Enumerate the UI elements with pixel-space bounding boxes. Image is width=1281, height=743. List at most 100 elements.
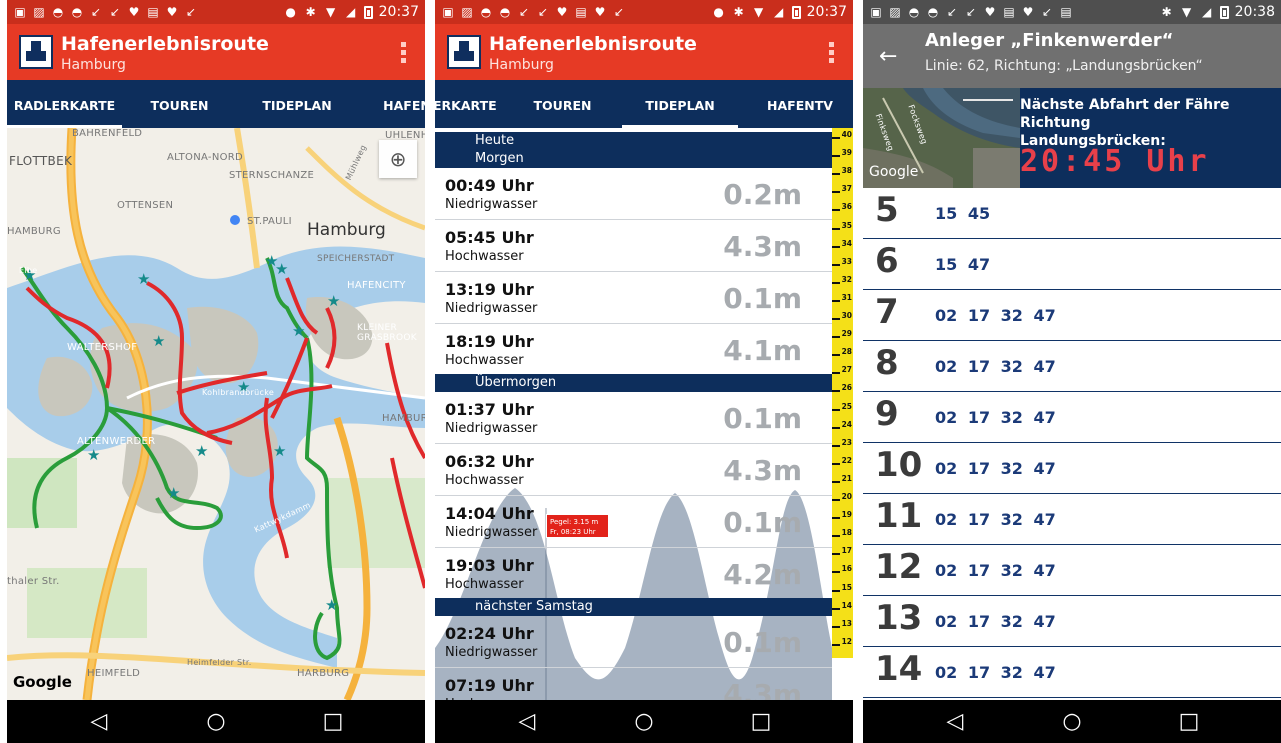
timetable[interactable]: 5 15 45 6 15 47 7 02 17 32 47 8 02 17 32 47 9 02 …: [863, 188, 1281, 700]
back-nav-icon[interactable]: ◁: [943, 710, 967, 734]
overflow-menu-icon[interactable]: [401, 42, 407, 64]
twitter-icon: ♥: [984, 5, 996, 19]
timetable-row: 5 15 45: [863, 188, 1281, 239]
home-nav-icon[interactable]: ○: [1060, 710, 1084, 734]
map-label: Kohlbrandbrücke: [202, 388, 275, 397]
timetable-row: 12 02 17 32 47: [863, 545, 1281, 596]
tab-hafentv[interactable]: HAFENTV: [745, 80, 853, 128]
screen-ferry-timetable: ▣ ▨ ◓ ◓ ↙ ↙ ♥ ▤ ♥ ↙ ▤ ✱ ▼ ◢ 20:38 ← Anle…: [863, 0, 1281, 743]
ship-logo-icon: [447, 35, 481, 69]
timetable-hour: 8: [875, 343, 899, 383]
back-nav-icon[interactable]: ◁: [515, 710, 539, 734]
tide-time: 05:45 Uhr: [445, 228, 534, 247]
tide-kind: Niedrigwasser: [445, 645, 538, 660]
tab-touren[interactable]: TOUREN: [505, 80, 620, 128]
tide-kind: Hochwasser: [445, 577, 524, 592]
status-time: 20:37: [378, 4, 419, 20]
app-title: Hafenerlebnisroute: [61, 33, 269, 55]
gauge-tick: [832, 173, 840, 176]
gauge-number: 20: [841, 492, 852, 502]
tide-list[interactable]: Heute Morgen 00:49 Uhr Niedrigwasser 0.2…: [435, 128, 853, 700]
twitter-icon: ♥: [556, 5, 568, 19]
back-nav-icon[interactable]: ◁: [87, 710, 111, 734]
gauge-tick: [832, 209, 840, 212]
image-icon: ▨: [33, 5, 45, 19]
location-icon: ●: [713, 5, 724, 19]
tide-time: 19:03 Uhr: [445, 556, 534, 575]
tide-row: 01:37 Uhr Niedrigwasser 0.1m: [435, 392, 832, 444]
tide-time: 02:24 Uhr: [445, 624, 534, 643]
svg-text:★: ★: [87, 446, 100, 464]
tide-row: 19:03 Uhr Hochwasser 4.2m: [435, 548, 832, 600]
svg-text:★: ★: [275, 260, 288, 278]
map-label: HAFENCITY: [347, 280, 406, 291]
gauge-tick: [832, 137, 840, 139]
map-label: FLOTTBEK: [9, 154, 73, 168]
map-label: Heimfelder Str.: [187, 658, 252, 667]
image-icon: ▨: [461, 5, 473, 19]
status-bar: ▣ ▨ ◓ ◓ ↙ ↙ ♥ ▤ ♥ ↙ ● ✱ ▼ ◢ 20:37: [7, 0, 425, 24]
gauge-number: 40: [841, 130, 852, 139]
battery-icon: [1219, 5, 1229, 19]
missed-call-icon: ↙: [537, 5, 549, 19]
timetable-minutes: 02 17 32 47: [935, 408, 1056, 427]
tab-touren[interactable]: TOUREN: [122, 80, 237, 128]
gauge-number: 25: [841, 401, 852, 411]
tide-kind: Niedrigwasser: [445, 301, 538, 316]
home-nav-icon[interactable]: ○: [632, 710, 656, 734]
pegel-marker[interactable]: Pegel: 3.15 m Fr, 08:23 Uhr: [546, 514, 609, 538]
tide-kind: Niedrigwasser: [445, 525, 538, 540]
gauge-number: 22: [841, 455, 852, 465]
android-nav-bar: ◁ ○ □: [435, 700, 853, 743]
map-city-label: Hamburg: [307, 220, 386, 240]
home-nav-icon[interactable]: ○: [204, 710, 228, 734]
tide-value: 0.1m: [723, 282, 802, 315]
overflow-menu-icon[interactable]: [829, 42, 835, 64]
pegel-date: Fr, 08:23 Uhr: [550, 528, 596, 536]
tide-time: 01:37 Uhr: [445, 400, 534, 419]
gauge-tick: [832, 390, 840, 393]
recents-nav-icon[interactable]: □: [1177, 710, 1201, 734]
aerial-map[interactable]: Finksweg Focksweg Google: [863, 88, 1020, 188]
tab-tideplan[interactable]: TIDEPLAN: [622, 80, 738, 128]
gauge-number: 17: [841, 546, 852, 556]
timetable-hour: 11: [875, 496, 923, 536]
recents-nav-icon[interactable]: □: [749, 710, 773, 734]
gauge-tick: [832, 571, 840, 574]
gauge-number: 21: [841, 473, 852, 483]
gauge-tick: [832, 589, 840, 592]
tab-hafentv[interactable]: HAFEN: [372, 80, 425, 128]
timetable-minutes: 02 17 32 47: [935, 510, 1056, 529]
my-location-button[interactable]: ⊕: [379, 140, 417, 178]
svg-text:★: ★: [327, 292, 340, 310]
timetable-hour: 10: [875, 445, 923, 485]
back-arrow-icon[interactable]: ←: [879, 44, 897, 69]
bike-map[interactable]: ★ ★ ★ ★ ★ ★ ★ ★ ★ ★ ★ ★ ★ BAHRENFELD FLO…: [7, 128, 425, 700]
map-label: thaler Str.: [7, 576, 60, 587]
tide-value: 4.2m: [723, 558, 802, 591]
crosshair-icon: ⊕: [389, 147, 407, 171]
gauge-number: 23: [841, 437, 852, 447]
gauge-number: 34: [841, 238, 852, 248]
bluetooth-icon: ✱: [1161, 5, 1172, 19]
tab-radlerkarte[interactable]: RADLERKARTE: [7, 80, 122, 128]
gauge-number: 38: [841, 166, 852, 176]
timetable-minutes: 02 17 32 47: [935, 459, 1056, 478]
tab-radlerkarte[interactable]: ERKARTE: [435, 80, 497, 128]
location-icon: ●: [285, 5, 296, 19]
tide-kind: Hochwasser: [445, 473, 524, 488]
timetable-row: 13 02 17 32 47: [863, 596, 1281, 647]
gauge-number: 36: [841, 202, 852, 212]
gauge-number: 18: [841, 528, 852, 538]
image-icon: ▨: [889, 5, 901, 19]
wifi-icon: ▼: [1182, 5, 1192, 19]
missed-call-icon: ↙: [613, 5, 625, 19]
recents-nav-icon[interactable]: □: [321, 710, 345, 734]
helmet-icon: ◓: [71, 5, 83, 19]
timetable-row: 7 02 17 32 47: [863, 290, 1281, 341]
sp-icon: ▤: [575, 5, 587, 19]
status-time: 20:37: [806, 4, 847, 20]
tide-value: 4.1m: [723, 334, 802, 367]
tab-tideplan[interactable]: TIDEPLAN: [237, 80, 357, 128]
tide-value: 0.1m: [723, 402, 802, 435]
